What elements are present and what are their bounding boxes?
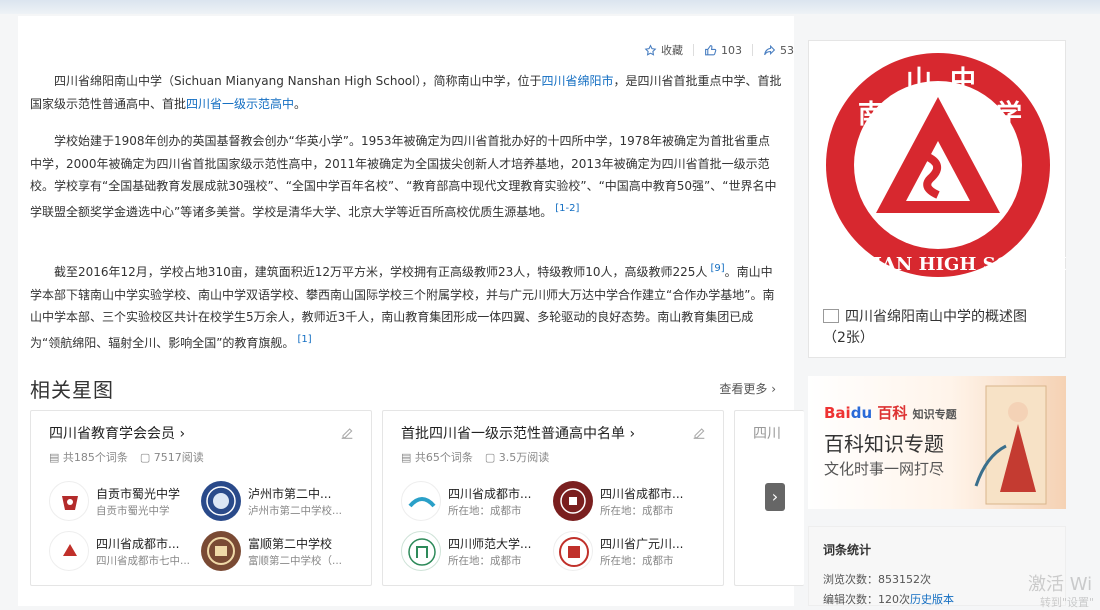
entries-count: ▤ 共185个词条 bbox=[49, 451, 128, 464]
share-button[interactable]: 53 bbox=[763, 44, 794, 57]
list-item[interactable]: 自贡市蜀光中学 自贡市蜀光中学 bbox=[49, 481, 199, 523]
chevron-right-icon: › bbox=[629, 426, 636, 442]
reads-count: ▢ 3.5万阅读 bbox=[484, 451, 550, 464]
edit-icon[interactable] bbox=[339, 425, 355, 441]
card-meta: ▤ 共65个词条 ▢ 3.5万阅读 bbox=[401, 449, 549, 465]
related-card[interactable]: 首批四川省一级示范性普通高中名单 › ▤ 共65个词条 ▢ 3.5万阅读 四川省… bbox=[382, 410, 724, 586]
school-logo bbox=[49, 481, 89, 521]
school-logo bbox=[401, 531, 441, 571]
school-logo bbox=[553, 531, 593, 571]
os-activation-watermark: 激活 Wi bbox=[1028, 574, 1093, 595]
summary-caption[interactable]: 四川省绵阳南山中学的概述图 （2张） bbox=[823, 307, 1059, 349]
list-item[interactable]: 四川省成都市... 四川省成都市七中... bbox=[49, 531, 199, 573]
article-actions: 收藏 103 53 bbox=[644, 42, 794, 58]
share-icon bbox=[764, 44, 776, 55]
list-item[interactable]: 四川省广元川... 所在地：成都市 bbox=[553, 531, 703, 573]
school-logo bbox=[201, 531, 241, 571]
next-arrow-button[interactable]: › bbox=[765, 483, 785, 511]
reference-link[interactable]: [9] bbox=[710, 263, 724, 274]
list-item[interactable]: 四川师范大学... 所在地：成都市 bbox=[401, 531, 551, 573]
school-logo bbox=[553, 481, 593, 521]
school-emblem: 南 山 中 学 NANSHAN HIGH SCHOOL bbox=[810, 53, 1066, 277]
svg-text:NANSHAN HIGH SCHOOL: NANSHAN HIGH SCHOOL bbox=[810, 254, 1066, 275]
related-card[interactable]: 四川省教育学会会员 › ▤ 共185个词条 ▢ 7517阅读 自贡市蜀光中学 自… bbox=[30, 410, 372, 586]
os-activation-watermark-sub: 转到"设置" bbox=[1040, 596, 1095, 609]
view-more-link[interactable]: 查看更多 › bbox=[719, 380, 776, 397]
intro-paragraph-1: 四川省绵阳南山中学（Sichuan Mianyang Nanshan High … bbox=[30, 74, 782, 111]
summary-image-box[interactable]: 南 山 中 学 NANSHAN HIGH SCHOOL 四川省绵阳南山中学的概述… bbox=[808, 40, 1066, 358]
reference-link[interactable]: [1-2] bbox=[555, 203, 579, 214]
baike-logo: Baidu 百科 知识专题 bbox=[824, 404, 957, 422]
intro-paragraph-2: 学校始建于1908年创办的英国基督教会创办“华英小学”。1953年被确定为四川省… bbox=[30, 134, 777, 219]
card-title[interactable]: 四川 bbox=[753, 423, 781, 443]
related-card[interactable]: 四川 › bbox=[734, 410, 804, 586]
history-version-link[interactable]: 历史版本 bbox=[910, 593, 954, 606]
svg-text:学: 学 bbox=[996, 99, 1022, 130]
star-icon bbox=[644, 43, 657, 56]
article-main: 收藏 103 53 四川省绵阳南山中学（Sichuan Mianyang Nan… bbox=[18, 16, 804, 606]
related-section-title: 相关星图 bbox=[30, 378, 114, 402]
reference-link[interactable]: [1] bbox=[297, 334, 311, 345]
school-logo bbox=[401, 481, 441, 521]
knowledge-topic-banner[interactable]: Baidu 百科 知识专题 百科知识专题 文化时事一网打尽 bbox=[808, 376, 1066, 509]
collect-button[interactable]: 收藏 bbox=[644, 42, 683, 58]
list-item[interactable]: 泸州市第二中... 泸州市第二中学校... bbox=[201, 481, 351, 523]
chevron-right-icon: › bbox=[771, 382, 776, 396]
school-logo bbox=[201, 481, 241, 521]
thumbs-up-icon bbox=[705, 44, 717, 55]
svg-text:南: 南 bbox=[858, 100, 884, 130]
edit-icon[interactable] bbox=[691, 425, 707, 441]
school-logo bbox=[49, 531, 89, 571]
card-meta: ▤ 共185个词条 ▢ 7517阅读 bbox=[49, 449, 204, 465]
list-item[interactable]: 富顺第二中学校 富顺第二中学校（... bbox=[201, 531, 351, 573]
banner-subtitle: 文化时事一网打尽 bbox=[824, 460, 945, 478]
banner-title: 百科知识专题 bbox=[824, 432, 944, 456]
list-item[interactable]: 四川省成都市... 所在地：成都市 bbox=[553, 481, 703, 523]
list-item[interactable]: 四川省成都市... 所在地：成都市 bbox=[401, 481, 551, 523]
card-title[interactable]: 首批四川省一级示范性普通高中名单 › bbox=[401, 423, 635, 443]
svg-text:中: 中 bbox=[950, 66, 976, 96]
entries-count: ▤ 共65个词条 bbox=[401, 451, 473, 464]
views-stat: 浏览次数：853152次 bbox=[823, 573, 931, 586]
browser-top-bar bbox=[0, 0, 1100, 14]
svg-text:山: 山 bbox=[906, 66, 932, 96]
edits-stat: 编辑次数：120次历史版本 bbox=[823, 593, 954, 606]
intro-paragraph-3: 截至2016年12月，学校占地310亩，建筑面积近12万平方米，学校拥有正高级教… bbox=[30, 263, 775, 350]
link-mianyang[interactable]: 四川省绵阳市 bbox=[541, 74, 613, 88]
reads-count: ▢ 7517阅读 bbox=[139, 451, 204, 464]
image-icon bbox=[823, 309, 839, 323]
like-button[interactable]: 103 bbox=[704, 44, 742, 57]
link-sichuan-first-class[interactable]: 四川省一级示范高中 bbox=[186, 97, 294, 111]
banner-illustration bbox=[974, 385, 1047, 505]
chevron-right-icon: › bbox=[179, 426, 186, 442]
card-title[interactable]: 四川省教育学会会员 › bbox=[49, 423, 185, 443]
